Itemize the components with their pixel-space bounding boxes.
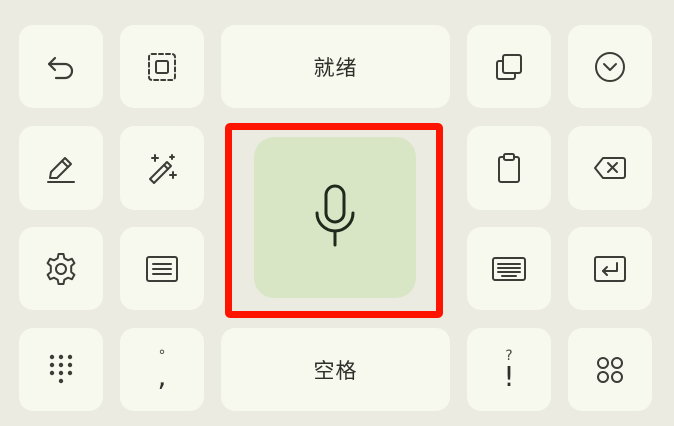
chevron-down-circle-icon [593,50,627,84]
keyboard-button[interactable] [467,227,551,310]
exclaim-label: ! [503,359,515,393]
backspace-button[interactable] [568,126,652,210]
gear-icon [43,251,79,287]
pencil-icon [44,151,78,185]
space-label: 空格 [313,358,358,383]
exclaim-key[interactable]: ? ! [467,328,551,411]
undo-button[interactable] [19,25,103,108]
comma-key[interactable]: ° , [120,328,204,411]
magic-button[interactable] [120,126,204,210]
backspace-icon [592,151,628,185]
numpad-button[interactable] [19,328,103,411]
dot-grid-icon [46,352,76,388]
edit-button[interactable] [19,126,103,210]
collapse-keyboard-button[interactable] [568,25,652,108]
voice-keyboard: 就绪 ° , 空格 ? ! [0,0,674,426]
enter-button[interactable] [568,227,652,310]
settings-button[interactable] [19,227,103,310]
keyboard-icon [490,253,528,285]
space-button[interactable]: 空格 [221,328,450,411]
four-circles-icon [593,353,627,387]
enter-icon [592,253,628,285]
comma-label: , [157,359,167,393]
ready-button[interactable]: 就绪 [221,25,450,108]
copy-button[interactable] [467,25,551,108]
magic-wand-icon [145,151,179,185]
text-format-button[interactable] [120,227,204,310]
ready-label: 就绪 [313,55,358,80]
clipboard-button[interactable] [467,126,551,210]
apps-button[interactable] [568,328,652,411]
select-region-icon [145,50,179,84]
text-lines-icon [144,253,180,285]
highlight-frame [225,123,443,318]
undo-icon [44,50,78,84]
copy-icon [492,50,526,84]
select-region-button[interactable] [120,25,204,108]
clipboard-icon [492,151,526,185]
